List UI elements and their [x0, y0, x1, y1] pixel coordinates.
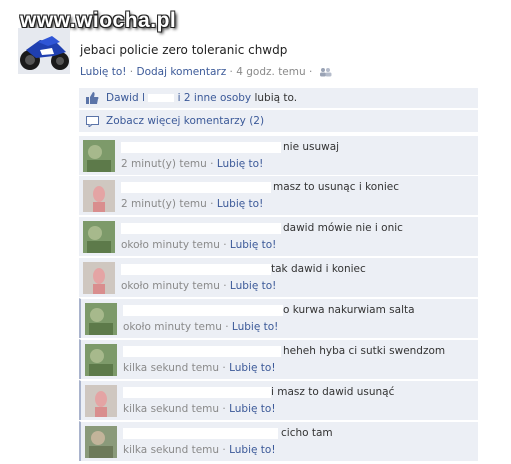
- avatar-image: [83, 221, 115, 253]
- separator-dot: ·: [223, 280, 227, 292]
- commenter-avatar[interactable]: [83, 262, 115, 294]
- comment-text: i masz to dawid usunąć: [271, 386, 395, 398]
- comment-time: około minuty temu: [121, 280, 220, 292]
- comment-time: 2 minut(y) temu: [121, 158, 207, 170]
- comment-like-link[interactable]: Lubię to!: [232, 321, 278, 333]
- view-more-comments-label[interactable]: Zobacz więcej komentarzy (2): [106, 115, 264, 127]
- comment-time: 2 minut(y) temu: [121, 198, 207, 210]
- separator-dot: ·: [225, 321, 229, 333]
- likes-suffix: lubią to.: [254, 92, 298, 104]
- avatar-image: [85, 426, 117, 458]
- avatar-image: [85, 303, 117, 335]
- separator-dot: ·: [129, 66, 134, 78]
- comment-meta: około minuty temu · Lubię to!: [121, 239, 276, 251]
- comment-text: nie usuwaj: [283, 141, 340, 153]
- comment-text: o kurwa nakurwiam salta: [283, 304, 415, 316]
- post-photo[interactable]: [18, 28, 70, 74]
- redacted-commenter-name: [123, 305, 283, 316]
- comment-meta: kilka sekund temu · Lubię to!: [123, 362, 276, 374]
- post-like-link[interactable]: Lubię to!: [80, 66, 126, 78]
- commenter-avatar[interactable]: [83, 221, 115, 253]
- comment-item: nie usuwaj 2 minut(y) temu · Lubię to!: [79, 135, 478, 175]
- comment-text: dawid mówie nie i onic: [283, 222, 403, 234]
- comment-like-link[interactable]: Lubię to!: [229, 362, 275, 374]
- post-time: 4 godz. temu: [236, 66, 306, 78]
- post-meta: Lubię to! · Dodaj komentarz · 4 godz. te…: [80, 66, 332, 78]
- commenter-avatar[interactable]: [83, 140, 115, 172]
- separator-dot: ·: [229, 66, 233, 78]
- post-text: jebaci policie zero toleranic chwdp: [80, 43, 288, 57]
- comment-meta: kilka sekund temu · Lubię to!: [123, 444, 276, 456]
- comment-time: kilka sekund temu: [123, 362, 220, 374]
- separator-dot: ·: [223, 239, 227, 251]
- comment-meta: kilka sekund temu · Lubię to!: [123, 403, 276, 415]
- commenter-avatar[interactable]: [85, 426, 117, 458]
- friends-icon[interactable]: [319, 67, 332, 77]
- comment-like-link[interactable]: Lubię to!: [217, 158, 263, 170]
- separator-dot: ·: [222, 444, 226, 456]
- avatar-image: [85, 385, 117, 417]
- redacted-commenter-name: [123, 387, 271, 398]
- thumbs-up-icon: [86, 92, 99, 104]
- comment-meta: 2 minut(y) temu · Lubię to!: [121, 158, 263, 170]
- comment-time: około minuty temu: [123, 321, 222, 333]
- comment-item: masz to usunąc i koniec 2 minut(y) temu …: [79, 175, 478, 215]
- comment-item: heheh hyba ci sutki swendzom kilka sekun…: [79, 339, 478, 379]
- comment-time: około minuty temu: [121, 239, 220, 251]
- redacted-commenter-name: [121, 182, 271, 193]
- comment-like-link[interactable]: Lubię to!: [229, 444, 275, 456]
- comment-meta: około minuty temu · Lubię to!: [123, 321, 278, 333]
- comment-text: heheh hyba ci sutki swendzom: [283, 345, 446, 357]
- likes-summary: Dawid l i 2 inne osoby lubią to.: [79, 88, 478, 108]
- comment-like-link[interactable]: Lubię to!: [229, 403, 275, 415]
- avatar-image: [83, 262, 115, 294]
- redacted-commenter-name: [123, 346, 281, 357]
- commenter-avatar[interactable]: [85, 344, 117, 376]
- separator-dot: ·: [210, 198, 214, 210]
- comment-meta: około minuty temu · Lubię to!: [121, 280, 276, 292]
- comment-item: cicho tam kilka sekund temu · Lubię to!: [79, 421, 478, 461]
- comment-like-link[interactable]: Lubię to!: [230, 239, 276, 251]
- avatar-image: [83, 140, 115, 172]
- comment-text: masz to usunąc i koniec: [273, 181, 400, 193]
- speech-bubble-icon: [86, 116, 99, 127]
- liker-name-link[interactable]: Dawid l: [106, 92, 145, 104]
- separator-dot: ·: [309, 66, 313, 78]
- avatar-image: [83, 180, 115, 212]
- redacted-commenter-name: [123, 428, 278, 439]
- other-likers-link[interactable]: i 2 inne osoby: [178, 92, 252, 104]
- comment-text: cicho tam: [281, 427, 333, 439]
- commenter-avatar[interactable]: [85, 385, 117, 417]
- redacted-commenter-name: [121, 264, 271, 275]
- view-more-comments[interactable]: Zobacz więcej komentarzy (2): [79, 110, 478, 132]
- avatar-image: [85, 344, 117, 376]
- separator-dot: ·: [210, 158, 214, 170]
- separator-dot: ·: [222, 362, 226, 374]
- comment-like-link[interactable]: Lubię to!: [217, 198, 263, 210]
- redacted-name: [148, 94, 175, 102]
- redacted-commenter-name: [121, 223, 281, 234]
- comment-item: o kurwa nakurwiam salta około minuty tem…: [79, 298, 478, 338]
- separator-dot: ·: [222, 403, 226, 415]
- comment-item: dawid mówie nie i onic około minuty temu…: [79, 216, 478, 256]
- comment-time: kilka sekund temu: [123, 403, 220, 415]
- comment-item: i masz to dawid usunąć kilka sekund temu…: [79, 380, 478, 420]
- comment-text: tak dawid i koniec: [271, 263, 366, 275]
- motorcycle-image: [18, 28, 70, 74]
- commenter-avatar[interactable]: [85, 303, 117, 335]
- commenter-avatar[interactable]: [83, 180, 115, 212]
- comment-like-link[interactable]: Lubię to!: [230, 280, 276, 292]
- comment-meta: 2 minut(y) temu · Lubię to!: [121, 198, 263, 210]
- comment-item: tak dawid i koniec około minuty temu · L…: [79, 257, 478, 297]
- comment-time: kilka sekund temu: [123, 444, 220, 456]
- add-comment-link[interactable]: Dodaj komentarz: [136, 66, 226, 78]
- redacted-commenter-name: [121, 142, 281, 153]
